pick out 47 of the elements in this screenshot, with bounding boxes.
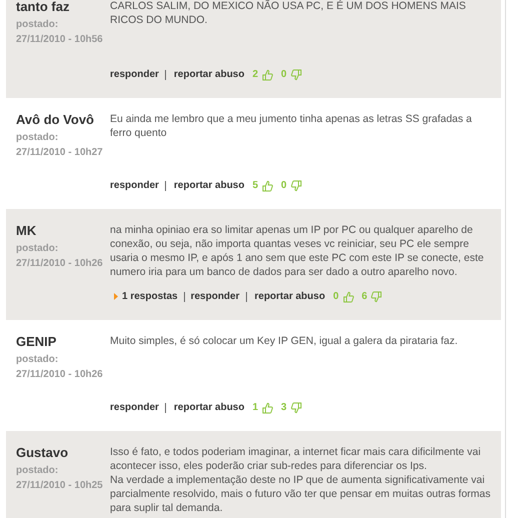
dislike-count: 3 [281, 401, 287, 415]
thumbs-up-icon[interactable] [262, 68, 274, 80]
comment-text: Muito simples, é só colocar um Key IP GEN, igual a galera da pirataria faz. [110, 334, 459, 348]
report-abuse-link[interactable]: reportar abuso [174, 67, 244, 82]
like-count: 2 [252, 68, 258, 82]
comment-text: Eu ainda me lembro que a meu jumento tinha apenas as letras SS grafadas a ferro quento [110, 112, 473, 140]
thumbs-up-icon[interactable] [262, 402, 274, 414]
thumbs-down-icon[interactable] [290, 180, 302, 192]
post-date: 27/11/2010 - 10h26 [16, 257, 104, 271]
like-count: 5 [252, 179, 258, 193]
author-name: GENIP [16, 334, 58, 350]
thumbs-down-icon[interactable] [290, 68, 302, 80]
posted-label: postado: [16, 18, 60, 32]
thumbs-down-icon[interactable] [290, 402, 302, 414]
posted-label: postado: [16, 131, 60, 145]
post-date: 27/11/2010 - 10h27 [16, 146, 104, 160]
posted-label: postado: [16, 464, 60, 478]
report-abuse-link[interactable]: reportar abuso [174, 178, 244, 193]
reply-link[interactable]: responder [190, 289, 240, 304]
report-abuse-link[interactable]: reportar abuso [174, 400, 244, 415]
thumbs-up-icon[interactable] [262, 180, 274, 192]
reply-link[interactable]: responder [110, 178, 159, 193]
thumbs-down-icon[interactable] [371, 290, 382, 302]
like-count: 0 [333, 290, 339, 304]
reply-link[interactable]: responder [110, 400, 159, 415]
report-abuse-link[interactable]: reportar abuso [254, 289, 326, 304]
author-name: Gustavo [16, 445, 70, 461]
author-name: MK [16, 223, 38, 239]
comment-text: CARLOS SALIM, DO MEXICO NÃO USA PC, E É UM DOS HOMENS MAIS RICOS DO MUNDO. [110, 0, 467, 27]
comment-text: na minha opiniao era so limitar apenas um IP por PC ou qualquer aparelho de conexão, ou seja, não importa quantas veses vc reiniciar, seu PC ele sempre usaria o mesmo IP, e após 1 ano sem que este PC com este IP se conecte, este numero iria para um banco de dados para ser dado a outro aparelho novo. [110, 223, 485, 279]
posted-label: postado: [16, 353, 60, 367]
replies-link[interactable]: 1 respostas [122, 289, 178, 304]
dislike-count: 0 [281, 68, 287, 82]
expand-arrow-icon[interactable] [114, 293, 118, 300]
posted-label: postado: [16, 242, 60, 256]
thumbs-up-icon[interactable] [342, 290, 354, 302]
post-date: 27/11/2010 - 10h26 [16, 368, 104, 382]
author-name: tanto faz [16, 0, 70, 15]
comment-text: Isso é fato, e todos poderiam imaginar, a internet ficar mais cara dificilmente vai acontecer isso, eles poderão criar sub-redes para diferenciar os Ips. [110, 445, 482, 473]
post-date: 27/11/2010 - 10h25 [16, 479, 104, 493]
reply-link[interactable]: responder [110, 67, 159, 82]
comment-text: Na verdade a implementação deste no IP que de aumenta significativamente vai parcialmente resolvido, mais o futuro vão ter que pensar em muitas outras formas para suplir tal demanda. [110, 473, 492, 515]
dislike-count: 6 [362, 290, 368, 304]
like-count: 1 [252, 401, 258, 415]
post-date: 27/11/2010 - 10h56 [16, 33, 104, 47]
author-name: Avô do Vovô [16, 112, 95, 128]
dislike-count: 0 [281, 179, 287, 193]
